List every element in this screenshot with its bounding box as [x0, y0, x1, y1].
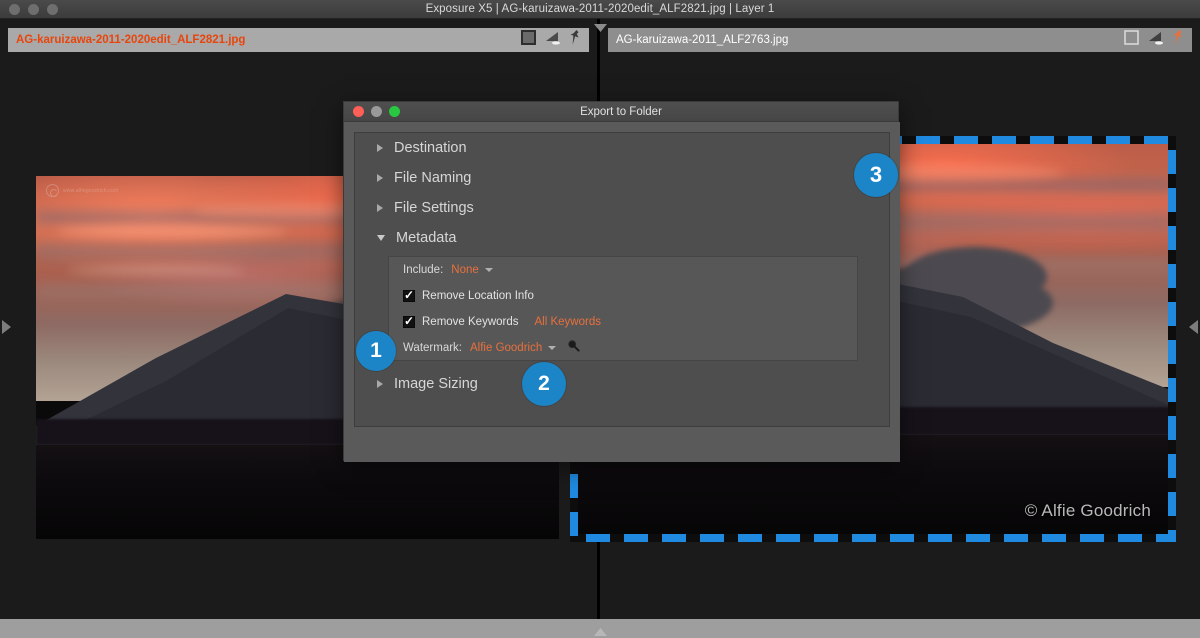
expand-left-panel-arrow[interactable] [2, 320, 11, 334]
expand-right-panel-arrow[interactable] [1189, 320, 1198, 334]
gradient-icon[interactable] [1148, 31, 1164, 50]
metadata-settings-box: Include: None Remove Location Info Remov… [388, 256, 858, 361]
pin-icon[interactable] [570, 30, 581, 51]
frame-icon[interactable] [1124, 30, 1139, 50]
chevron-down-icon[interactable] [548, 346, 556, 350]
window-titlebar: Exposure X5 | AG-karuizawa-2011-2020edit… [0, 0, 1200, 19]
export-dialog-title: Export to Folder [344, 106, 898, 118]
metadata-remove-keywords-row[interactable]: Remove Keywords All Keywords [389, 309, 857, 335]
workspace: AG-karuizawa-2011-2020edit_ALF2821.jpg [0, 19, 1200, 619]
image-copyright-watermark: © Alfie Goodrich [1025, 501, 1151, 521]
section-file-naming-label: File Naming [394, 170, 471, 186]
remove-location-label: Remove Location Info [422, 290, 534, 302]
pane-left-header-icons [521, 30, 585, 51]
section-metadata[interactable]: Metadata [355, 223, 889, 253]
pane-right-header[interactable]: AG-karuizawa-2011_ALF2763.jpg [608, 28, 1192, 52]
export-dialog-body: Destination File Naming File Settings Me… [344, 122, 900, 462]
export-sections-panel: Destination File Naming File Settings Me… [354, 132, 890, 427]
remove-keywords-checkbox[interactable] [403, 316, 415, 328]
expand-bottom-arrow[interactable] [594, 623, 607, 631]
section-file-settings[interactable]: File Settings [355, 193, 889, 223]
section-destination[interactable]: Destination [355, 133, 889, 163]
pane-right-filename: AG-karuizawa-2011_ALF2763.jpg [616, 34, 788, 46]
chevron-right-icon [377, 144, 383, 152]
export-dialog-titlebar[interactable]: Export to Folder [344, 102, 898, 122]
metadata-include-value[interactable]: None [451, 264, 479, 276]
pin-icon[interactable] [1173, 30, 1184, 51]
frame-icon[interactable] [521, 30, 536, 50]
pane-left-filename: AG-karuizawa-2011-2020edit_ALF2821.jpg [16, 34, 245, 46]
gradient-icon[interactable] [545, 31, 561, 50]
section-file-naming[interactable]: File Naming [355, 163, 889, 193]
app-window: Exposure X5 | AG-karuizawa-2011-2020edit… [0, 0, 1200, 638]
metadata-include-row[interactable]: Include: None [389, 257, 857, 283]
export-dialog: Export to Folder Destination File Naming… [343, 101, 899, 461]
callout-badge-1: 1 [356, 331, 396, 371]
remove-keywords-label: Remove Keywords [422, 316, 519, 328]
section-image-sizing[interactable]: Image Sizing [355, 369, 889, 399]
metadata-remove-location-row[interactable]: Remove Location Info [389, 283, 857, 309]
watermark-value[interactable]: Alfie Goodrich [470, 342, 542, 354]
callout-badge-2: 2 [522, 362, 566, 406]
section-image-sizing-label: Image Sizing [394, 376, 478, 392]
remove-keywords-value[interactable]: All Keywords [535, 316, 601, 328]
pane-right-header-icons [1124, 30, 1188, 51]
watermark-label: Watermark: [403, 342, 462, 354]
metadata-include-label: Include: [403, 264, 443, 276]
chevron-right-icon [377, 204, 383, 212]
section-destination-label: Destination [394, 140, 467, 156]
collapse-top-arrow[interactable] [594, 19, 607, 27]
remove-location-checkbox[interactable] [403, 290, 415, 302]
magnifier-icon[interactable] [567, 339, 580, 357]
section-metadata-label: Metadata [396, 230, 456, 246]
chevron-down-icon[interactable] [485, 268, 493, 272]
window-title: Exposure X5 | AG-karuizawa-2011-2020edit… [0, 3, 1200, 15]
callout-badge-3: 3 [854, 153, 898, 197]
pane-left-header[interactable]: AG-karuizawa-2011-2020edit_ALF2821.jpg [8, 28, 589, 52]
chevron-down-icon [377, 235, 385, 241]
chevron-right-icon [377, 174, 383, 182]
chevron-right-icon [377, 380, 383, 388]
metadata-watermark-row[interactable]: Watermark: Alfie Goodrich [389, 335, 857, 361]
section-file-settings-label: File Settings [394, 200, 474, 216]
